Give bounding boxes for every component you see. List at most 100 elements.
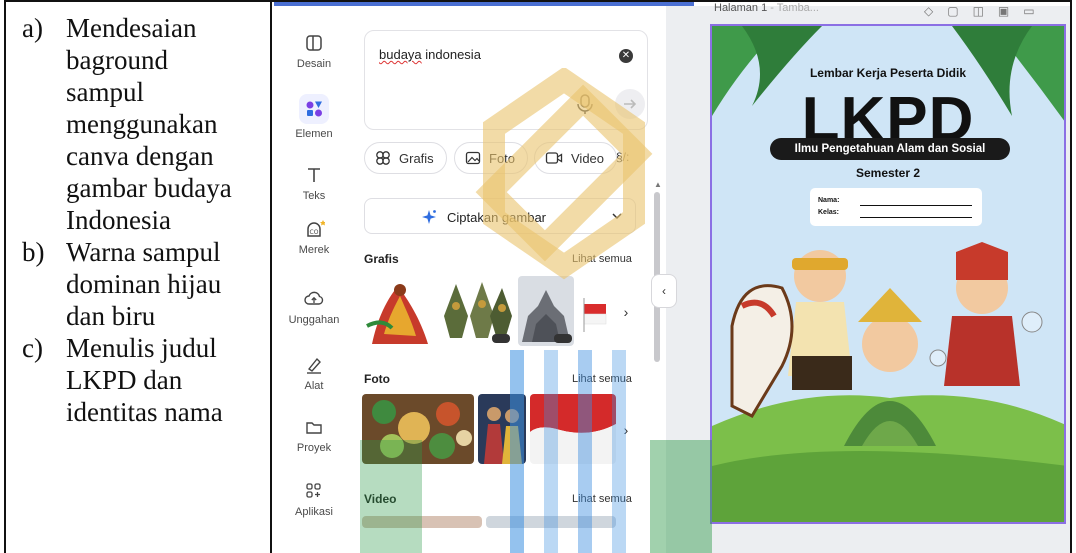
name-label: Nama:: [818, 197, 840, 204]
foto-thumb-1[interactable]: [362, 394, 474, 464]
rail-item-alat[interactable]: Alat: [274, 354, 354, 392]
cover-semester: Semester 2: [855, 166, 921, 180]
name-line: [860, 205, 972, 206]
step-text-line: gambar budaya: [66, 173, 232, 203]
grafis-thumb-2[interactable]: [440, 276, 514, 346]
chip-video[interactable]: Video: [534, 142, 618, 174]
video-thumb-2[interactable]: [486, 516, 616, 528]
rail-item-label: Alat: [304, 380, 324, 392]
class-label: Kelas:: [818, 209, 840, 216]
section-title-foto: Foto: [364, 372, 390, 386]
video-thumb-1[interactable]: [362, 516, 482, 528]
flag-graphic: [578, 276, 614, 346]
temple-graphic: [518, 276, 574, 346]
elements-icon: [306, 101, 322, 117]
layout-icon: [306, 35, 322, 51]
step-list: a) Mendesaian baground sampul menggunaka…: [22, 12, 268, 428]
rail-item-merek[interactable]: CO Merek: [274, 218, 354, 256]
rail-item-elemen[interactable]: Elemen: [274, 94, 354, 140]
grafis-thumb-4[interactable]: [578, 276, 614, 346]
lkpd-cover-page[interactable]: Lembar Kerja Peserta Didik LKPD Ilmu Pen…: [710, 24, 1066, 524]
chip-foto[interactable]: Foto: [454, 142, 529, 174]
arrow-right-icon: [624, 99, 637, 109]
foto-thumb-3[interactable]: [530, 394, 616, 464]
video-icon: [545, 152, 563, 164]
chip-grafis[interactable]: Grafis: [364, 142, 447, 174]
step-text-line: Mendesaian: [66, 13, 197, 43]
chip-more[interactable]: §/:: [616, 150, 629, 164]
search-box[interactable]: budaya indonesia ✕: [364, 30, 648, 130]
rail-item-label: Teks: [302, 190, 326, 202]
table-column-divider: [270, 0, 272, 553]
step-text-line: baground: [66, 45, 168, 75]
step-text-line: identitas nama: [66, 397, 223, 427]
search-input[interactable]: budaya indonesia: [379, 47, 481, 62]
step-text-line: LKPD dan: [66, 365, 183, 395]
grafis-next-icon[interactable]: ›: [616, 302, 636, 322]
create-image-label: Ciptakan gambar: [447, 209, 546, 225]
step-item-c: c) Menulis judul LKPD dan identitas nama: [22, 332, 268, 428]
step-text-line: Menulis judul: [66, 333, 217, 363]
scroll-up-icon[interactable]: ▲: [654, 180, 662, 189]
clear-search-icon[interactable]: ✕: [619, 49, 633, 63]
send-arrow-button[interactable]: [615, 89, 645, 119]
grafis-thumb-1[interactable]: [362, 276, 436, 346]
canva-screenshot: Desain Elemen Teks CO Merek Unggahan Ala…: [274, 2, 1070, 553]
side-rail: Desain Elemen Teks CO Merek Unggahan Ala…: [274, 6, 354, 553]
page-label: Halaman 1 - Tamba...: [714, 2, 819, 14]
rail-item-proyek[interactable]: Proyek: [274, 416, 354, 454]
see-all-grafis-link[interactable]: Lihat semua: [572, 253, 632, 265]
wayang-graphic: [440, 276, 514, 346]
section-title-grafis: Grafis: [364, 252, 399, 266]
rail-item-label: Proyek: [296, 442, 332, 454]
brand-icon: CO: [307, 220, 325, 237]
rail-item-teks[interactable]: Teks: [274, 164, 354, 202]
rail-item-desain[interactable]: Desain: [274, 32, 354, 70]
step-text-line: canva dengan: [66, 141, 214, 171]
step-text-line: dominan hijau: [66, 269, 222, 299]
step-text-line: menggunakan: [66, 109, 218, 139]
cover-subject-banner: Ilmu Pengetahuan Alam dan Sosial: [770, 138, 1010, 160]
step-item-b: b) Warna sampul dominan hijau dan biru: [22, 236, 268, 332]
sparkle-icon: [422, 210, 436, 224]
collapse-panel-button[interactable]: ‹: [651, 274, 677, 308]
page-toolbar-icons[interactable]: ◇▢◫▣▭: [924, 4, 1049, 18]
chip-label: Foto: [489, 150, 516, 166]
create-image-button[interactable]: Ciptakan gambar: [364, 198, 636, 234]
rail-item-label: Desain: [296, 58, 332, 70]
microphone-icon[interactable]: [575, 93, 595, 115]
rail-item-label: Elemen: [295, 128, 333, 140]
grafis-thumb-3[interactable]: [518, 276, 574, 346]
step-marker: c): [22, 333, 43, 363]
foto-next-icon[interactable]: ›: [616, 420, 636, 440]
rail-item-label: Merek: [298, 244, 330, 256]
foto-thumb-2[interactable]: [478, 394, 526, 464]
food-photo: [362, 394, 474, 464]
step-marker: a): [22, 13, 43, 43]
flag-photo: [530, 394, 616, 464]
upload-cloud-icon: [304, 291, 324, 305]
pen-tool-icon: [307, 357, 321, 374]
apps-icon: [306, 483, 321, 498]
see-all-foto-link[interactable]: Lihat semua: [572, 373, 632, 385]
section-title-video: Video: [364, 492, 397, 506]
chevron-down-icon[interactable]: [611, 211, 623, 221]
chip-label: Grafis: [399, 150, 434, 166]
dancers-photo: [478, 394, 526, 464]
image-icon: [465, 151, 481, 165]
see-all-video-link[interactable]: Lihat semua: [572, 493, 632, 505]
step-text-line: Warna sampul: [66, 237, 221, 267]
chip-label: Video: [571, 150, 605, 166]
step-text-line: dan biru: [66, 301, 156, 331]
cover-subtitle: Lembar Kerja Peserta Didik: [809, 66, 967, 80]
step-item-a: a) Mendesaian baground sampul menggunaka…: [22, 12, 268, 236]
identity-box: Nama: Kelas:: [810, 188, 982, 226]
rail-item-label: Aplikasi: [295, 506, 333, 518]
rail-item-label: Unggahan: [288, 314, 340, 326]
rail-item-unggahan[interactable]: Unggahan: [274, 288, 354, 326]
class-line: [860, 217, 972, 218]
text-icon: [308, 168, 320, 182]
rail-item-aplikasi[interactable]: Aplikasi: [274, 480, 354, 518]
step-marker: b): [22, 237, 45, 267]
elements-panel: budaya indonesia ✕ Grafis Foto Video §/:…: [354, 6, 654, 553]
